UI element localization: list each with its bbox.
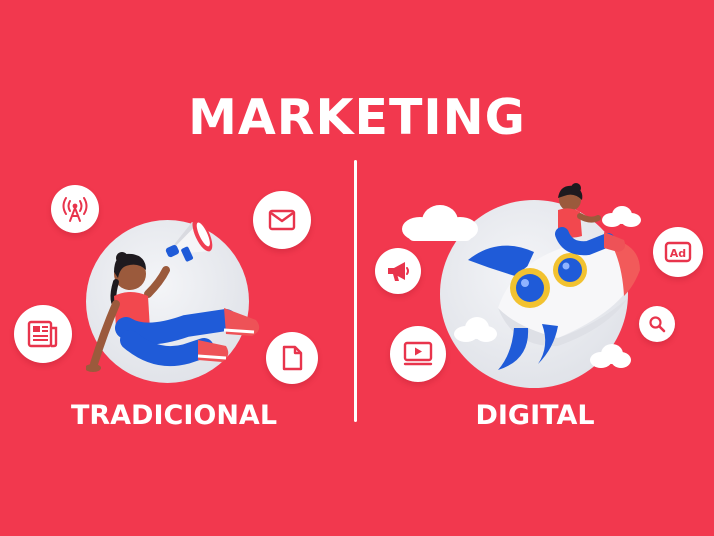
digital-label: DIGITAL [475, 400, 595, 431]
megaphone-icon [375, 248, 421, 294]
traditional-label: TRADICIONAL [70, 400, 278, 431]
center-divider [354, 160, 357, 422]
mail-envelope-icon [253, 191, 311, 249]
video-player-icon [390, 326, 446, 382]
search-magnifier-icon [639, 306, 675, 342]
woman-megaphone-illustration [86, 222, 260, 372]
page-title: MARKETING [188, 89, 526, 146]
newspaper-icon [14, 305, 72, 363]
document-file-icon [266, 332, 318, 384]
ad-badge-icon: Ad [653, 227, 703, 277]
infographic-canvas: MARKETING TRADICIONAL Ad DIGITAL [0, 0, 714, 536]
rocket-woman-illustration [468, 183, 640, 370]
ad-badge-text: Ad [670, 247, 686, 260]
broadcast-antenna-icon [51, 185, 99, 233]
